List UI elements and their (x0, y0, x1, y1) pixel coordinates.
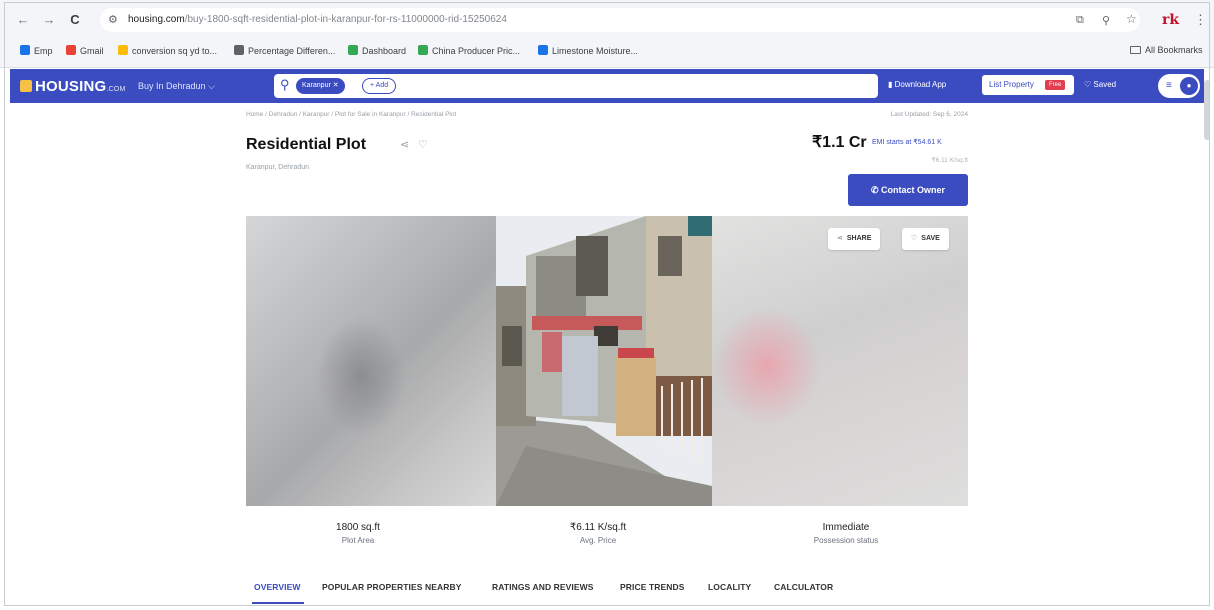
phone-icon: ✆ (870, 185, 879, 195)
bookmark-item[interactable]: Dashboard (348, 45, 406, 56)
share-icon: ⋖ (837, 235, 843, 242)
heart-icon: ♡ (911, 235, 918, 242)
chart-favicon-icon (538, 45, 548, 55)
stat-avg-price: ₹6.11 K/sq.ft Avg. Price (498, 522, 698, 545)
stat-value: 1800 sq.ft (336, 522, 380, 533)
bookmark-star-icon[interactable]: ☆ (1126, 12, 1137, 26)
folder-icon (1130, 46, 1141, 54)
stat-label: Avg. Price (579, 536, 617, 545)
address-row: ← → C ⚙ housing.com/buy-1800-sqft-reside… (0, 6, 1214, 34)
url-host: housing.com (128, 14, 185, 25)
bookmark-item[interactable]: Gmail (66, 45, 104, 56)
stat-value: ₹6.11 K/sq.ft (569, 522, 627, 533)
photo-gallery[interactable]: ⋖ SHARE ♡ SAVE (246, 216, 968, 506)
user-avatar-icon: ● (1180, 77, 1198, 95)
reload-icon[interactable]: C (66, 12, 84, 28)
property-price: ₹1.1 Cr (812, 134, 867, 151)
stat-plot-area: 1800 sq.ft Plot Area (258, 522, 458, 545)
user-menu[interactable]: ≡ ● (1158, 74, 1200, 98)
zoom-icon[interactable]: ⚲ (1102, 14, 1110, 27)
back-arrow-icon[interactable]: ← (14, 12, 32, 28)
cast-icon[interactable]: ⧉ (1076, 14, 1084, 27)
search-bar[interactable]: ⚲ Karanpur ✕ + Add (274, 74, 878, 98)
list-property-button[interactable]: List Property Free (982, 75, 1074, 95)
save-button[interactable]: ♡ SAVE (902, 228, 949, 250)
share-icon[interactable]: ⋖ (400, 138, 409, 151)
tab-ratings-reviews[interactable]: RATINGS AND REVIEWS (492, 582, 594, 592)
gmail-icon (66, 45, 76, 55)
bookmark-item[interactable]: Percentage Differen... (234, 45, 335, 56)
tab-overview[interactable]: OVERVIEW (254, 582, 300, 592)
stat-possession: Immediate Possession status (746, 522, 946, 545)
share-button[interactable]: ⋖ SHARE (828, 228, 881, 250)
chevron-down-icon: ⌵ (208, 81, 215, 91)
bookmark-item[interactable]: conversion sq yd to... (118, 45, 217, 56)
add-locality-button[interactable]: + Add (362, 78, 397, 94)
property-location: Karanpur, Dehradun (246, 164, 310, 171)
housing-logo[interactable]: HOUSING.COM (20, 78, 125, 95)
url-path: /buy-1800-sqft-residential-plot-in-karan… (184, 14, 507, 25)
tab-price-trends[interactable]: PRICE TRENDS (620, 582, 685, 592)
house-icon (20, 80, 32, 92)
forward-arrow-icon[interactable]: → (40, 12, 58, 28)
locality-chip[interactable]: Karanpur ✕ (296, 78, 345, 94)
building-photo (496, 216, 712, 506)
browser-chrome: ← → C ⚙ housing.com/buy-1800-sqft-reside… (0, 0, 1214, 68)
stat-label: Possession status (813, 536, 879, 545)
bookmark-item[interactable]: Limestone Moisture... (538, 45, 638, 56)
free-badge: Free (1045, 80, 1066, 90)
site-header: HOUSING.COM Buy In Dehradun ⌵ ⚲ Karanpur… (10, 69, 1204, 103)
download-app-link[interactable]: ▮ Download App (888, 80, 946, 89)
gallery-image-main[interactable] (496, 216, 712, 506)
profile-avatar[interactable]: rk (1162, 12, 1179, 28)
bookmarks-bar: Emp Gmail conversion sq yd to... Percent… (0, 40, 1214, 64)
last-updated: Last Updated: Sep 6, 2024 (890, 111, 968, 118)
search-icon: ⚲ (280, 77, 290, 92)
emi-link[interactable]: EMI starts at ₹54.61 K (872, 138, 942, 146)
scrollbar[interactable] (1204, 80, 1210, 140)
heart-icon: ♡ (1084, 80, 1092, 89)
stat-label: Plot Area (341, 536, 375, 545)
active-tab-indicator (252, 602, 304, 604)
heart-outline-icon[interactable]: ♡ (418, 138, 428, 151)
sigma-icon (234, 45, 244, 55)
address-bar[interactable]: ⚙ housing.com/buy-1800-sqft-residential-… (100, 8, 1140, 32)
city-select[interactable]: Buy In Dehradun ⌵ (138, 81, 215, 92)
browser-menu-icon[interactable]: ⋮ (1194, 12, 1207, 28)
bookmark-item[interactable]: China Producer Pric... (418, 45, 520, 56)
phone-icon: ▮ (888, 80, 893, 89)
tab-locality[interactable]: LOCALITY (708, 582, 751, 592)
gallery-image-blurred[interactable] (246, 216, 496, 506)
all-bookmarks[interactable]: All Bookmarks (1130, 45, 1203, 55)
contact-owner-button[interactable]: ✆ Contact Owner (848, 174, 968, 206)
chart-favicon-icon (348, 45, 358, 55)
price-per-sqft: ₹6.11 K/sq.ft (931, 157, 968, 164)
bookmark-item[interactable]: Emp (20, 45, 53, 56)
page-title: Residential Plot (246, 136, 367, 153)
site-settings-icon[interactable]: ⚙ (108, 8, 118, 32)
bookmark-favicon-icon (20, 45, 30, 55)
tab-popular-properties[interactable]: POPULAR PROPERTIES NEARBY (322, 582, 461, 592)
hamburger-icon: ≡ (1166, 80, 1172, 91)
stat-value: Immediate (822, 522, 870, 533)
breadcrumb[interactable]: Home / Dehradun / Karanpur / Plot for Sa… (246, 111, 456, 118)
close-icon[interactable]: ✕ (333, 82, 339, 89)
gallery-image-blurred[interactable]: ⋖ SHARE ♡ SAVE (712, 216, 968, 506)
tab-calculator[interactable]: CALCULATOR (774, 582, 833, 592)
google-icon (118, 45, 128, 55)
chart-favicon-icon (418, 45, 428, 55)
saved-link[interactable]: ♡ Saved (1084, 80, 1116, 89)
